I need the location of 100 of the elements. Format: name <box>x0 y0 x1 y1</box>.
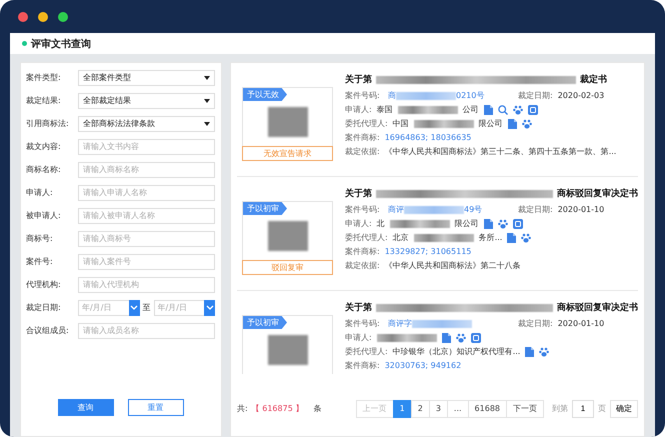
ruling-date: 2020-01-10 <box>558 319 604 328</box>
field-label: 申请人: <box>345 218 372 229</box>
image-icon[interactable] <box>528 104 538 114</box>
case-number-link[interactable]: 商 <box>388 90 396 101</box>
case-number-link[interactable]: 商评字 <box>388 318 412 329</box>
document-icon[interactable] <box>507 232 516 242</box>
select-field[interactable]: 全部案件类型 <box>78 70 215 86</box>
input-field[interactable]: 请输入申请人名称 <box>78 184 215 200</box>
close-dot-icon[interactable] <box>18 12 28 22</box>
document-icon[interactable] <box>525 346 534 356</box>
page-title: 评审文书查询 <box>31 37 91 50</box>
filter-label: 案件类型: <box>26 72 62 83</box>
paw-icon[interactable] <box>539 346 550 356</box>
filter-label: 裁定日期: <box>26 302 62 313</box>
input-field[interactable]: 请输入代理机构 <box>78 276 215 292</box>
case-type-label: 无效宣告请求 <box>242 146 333 161</box>
result-title-text[interactable]: 商标驳回复审决定书 <box>557 187 638 200</box>
redacted-block <box>398 106 458 114</box>
minimize-dot-icon[interactable] <box>38 12 48 22</box>
input-field[interactable]: 请输入被申请人名称 <box>78 208 215 224</box>
status-ribbon: 予以初审 <box>243 202 287 215</box>
filter-label: 引用商标法: <box>26 118 70 129</box>
select-field[interactable]: 全部商标法法律条款 <box>78 116 215 132</box>
field-label: 裁定日期: <box>518 204 553 215</box>
trademark-number-links[interactable]: 13329827; 31065115 <box>384 247 472 256</box>
status-ribbon: 予以无效 <box>243 88 287 101</box>
redacted-block <box>396 92 456 100</box>
search-button[interactable]: 查询 <box>58 399 114 416</box>
paw-icon[interactable] <box>456 332 466 342</box>
result-title-text[interactable]: 商标驳回复审决定书 <box>557 301 638 314</box>
paw-icon[interactable] <box>512 104 523 114</box>
page-button[interactable]: 61688 <box>468 400 507 418</box>
agent-name: 北京 <box>392 232 409 243</box>
paw-icon[interactable] <box>522 118 532 128</box>
date-field[interactable]: 年/月/日 <box>154 300 204 316</box>
input-field[interactable]: 请输入成员名称 <box>78 322 215 338</box>
trademark-number-links[interactable]: 16964863; 18036635 <box>384 133 472 142</box>
field-label: 案件号码: <box>345 204 381 215</box>
result-title-text[interactable]: 关于第 <box>345 187 372 200</box>
paw-icon[interactable] <box>521 232 532 242</box>
case-number-link[interactable]: 0210号 <box>456 90 484 101</box>
document-icon[interactable] <box>484 104 493 114</box>
filter-label: 商标号: <box>26 233 54 244</box>
next-page-button[interactable]: 下一页 <box>506 400 544 418</box>
bullet-icon <box>22 41 27 46</box>
document-icon[interactable] <box>508 118 517 128</box>
agent-name: 务所... <box>478 232 502 243</box>
caret-icon <box>204 76 210 80</box>
ruling-basis: 《中华人民共和国商标法》第二十八条 <box>384 260 521 271</box>
case-type-label: 驳回复审 <box>242 260 333 275</box>
chevron-down-icon <box>130 305 138 310</box>
field-label: 案件商标: <box>345 246 380 257</box>
input-field[interactable]: 请输入案件号 <box>78 254 215 270</box>
paw-icon[interactable] <box>498 218 508 228</box>
redacted-block <box>412 320 472 328</box>
page-button[interactable]: 2 <box>410 400 430 418</box>
chevron-down-icon <box>206 305 214 310</box>
result-title-text[interactable]: 裁定书 <box>580 73 607 86</box>
applicant-name: 公司 <box>462 104 479 115</box>
select-field[interactable]: 全部裁定结果 <box>78 92 215 108</box>
ruling-date: 2020-01-10 <box>558 205 604 214</box>
result-title-text[interactable]: 关于第 <box>345 301 372 314</box>
total-label: 共: <box>237 403 248 414</box>
redacted-block <box>376 334 437 342</box>
document-icon[interactable] <box>484 218 493 228</box>
input-field[interactable]: 请输入文书内容 <box>78 138 215 154</box>
date-picker-button[interactable] <box>204 300 215 316</box>
date-field[interactable]: 年/月/日 <box>78 300 128 316</box>
page-button[interactable]: ... <box>446 400 469 418</box>
page-button[interactable]: 3 <box>428 400 448 418</box>
trademark-number-links[interactable]: 32030763; 949162 <box>384 361 462 370</box>
image-icon[interactable] <box>470 332 481 342</box>
confirm-button[interactable]: 确定 <box>610 400 638 418</box>
agent-name: 限公司 <box>478 118 503 129</box>
reset-button[interactable]: 重置 <box>128 399 184 416</box>
document-icon[interactable] <box>442 332 451 342</box>
result-title-text[interactable]: 关于第 <box>345 73 372 86</box>
input-field[interactable]: 请输入商标名称 <box>78 162 215 178</box>
field-label: 申请人: <box>345 104 372 115</box>
case-number-link[interactable]: 商评 <box>388 204 404 215</box>
case-number-link[interactable]: 49号 <box>464 204 482 215</box>
image-icon[interactable] <box>512 218 523 228</box>
field-label: 委托代理人: <box>345 346 388 357</box>
goto-label: 到第 <box>552 403 568 414</box>
page-number-field[interactable]: 1 <box>572 400 594 418</box>
maximize-dot-icon[interactable] <box>58 12 68 22</box>
redacted-block <box>404 206 464 214</box>
input-field[interactable]: 请输入商标号 <box>78 230 215 246</box>
applicant-name: 泰国 <box>376 104 393 115</box>
field-label: 案件商标: <box>345 132 380 143</box>
filter-label: 裁文内容: <box>26 141 62 152</box>
search-icon[interactable] <box>498 104 508 114</box>
filter-label: 商标名称: <box>26 164 62 175</box>
field-label: 裁定日期: <box>518 90 553 101</box>
page-unit: 页 <box>598 403 606 414</box>
field-label: 裁定日期: <box>518 318 553 329</box>
field-label: 裁定依据: <box>345 146 380 157</box>
total-count: 【 616875 】 <box>252 403 304 414</box>
agent-name: 中国 <box>392 118 409 129</box>
date-picker-button[interactable] <box>128 300 140 316</box>
